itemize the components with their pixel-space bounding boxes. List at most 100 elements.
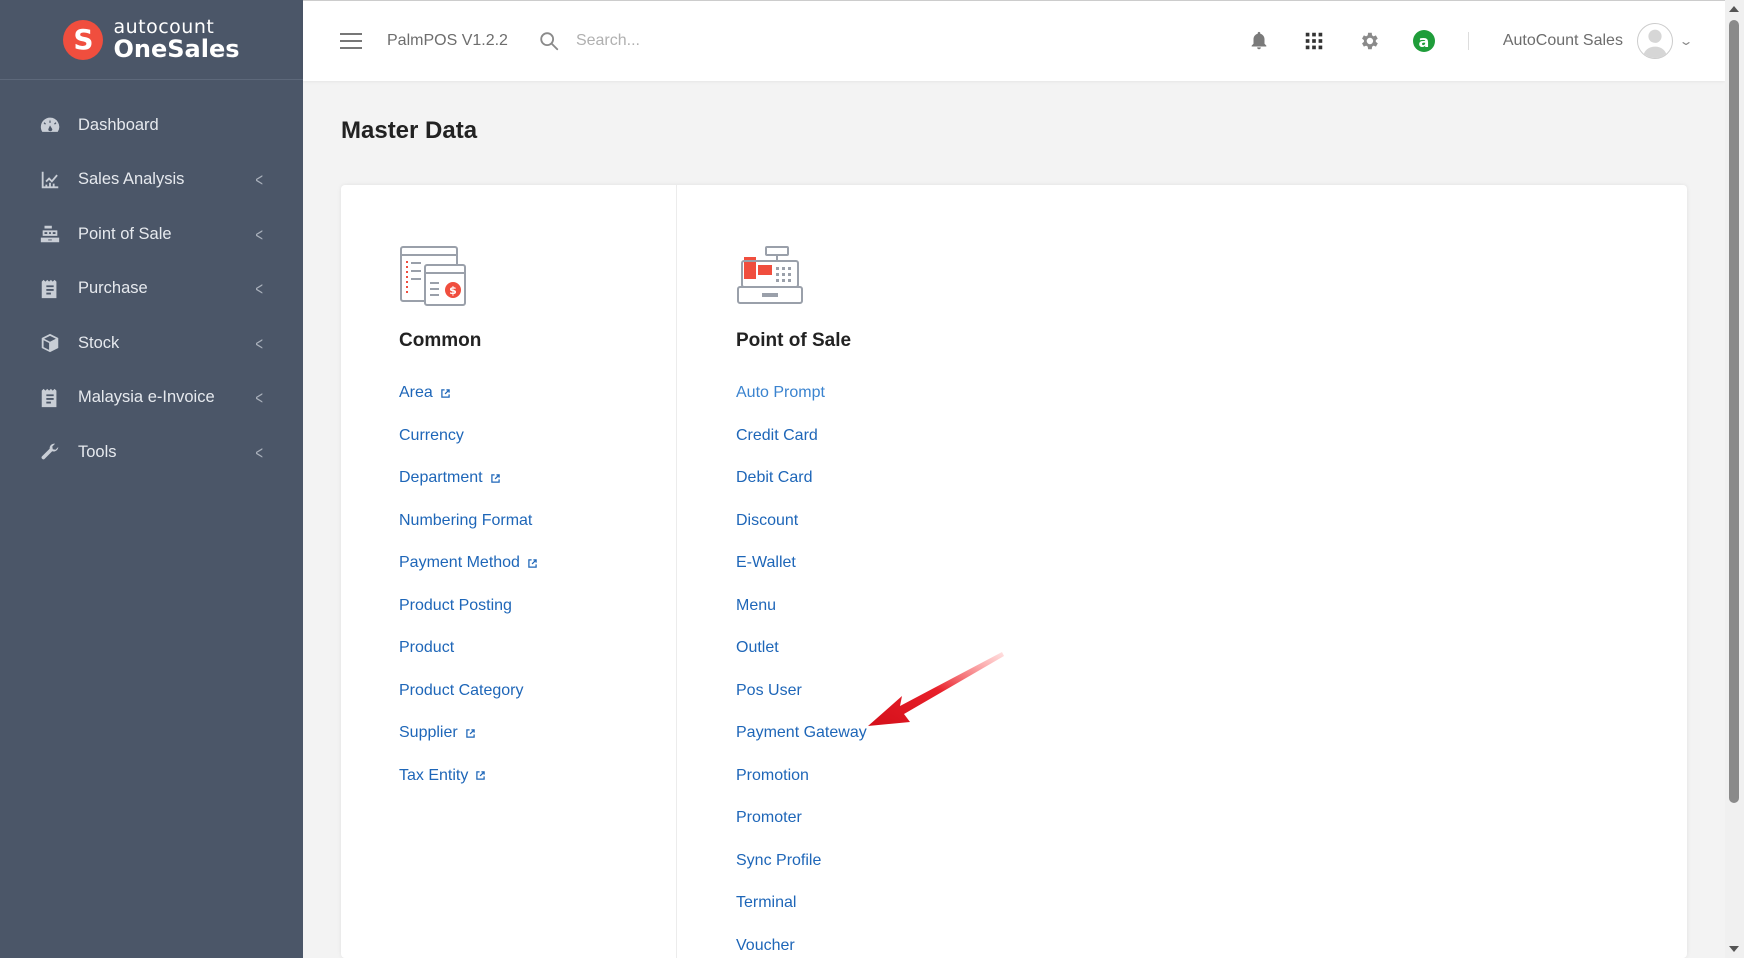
link-area[interactable]: Area <box>399 384 433 402</box>
wrench-icon <box>38 441 62 463</box>
list-item: Auto Prompt <box>736 372 867 415</box>
sidebar-item-sales-analysis[interactable]: Sales Analysis < <box>0 153 303 208</box>
link-pos-user[interactable]: Pos User <box>736 682 802 700</box>
chevron-down-icon[interactable]: ⌄ <box>1678 34 1693 48</box>
sidebar-item-label: Malaysia e-Invoice <box>78 388 215 407</box>
brand-logo[interactable]: S autocount OneSales <box>0 0 303 80</box>
scroll-thumb[interactable] <box>1729 20 1739 803</box>
link-sync-profile[interactable]: Sync Profile <box>736 852 821 870</box>
list-item: Debit Card <box>736 457 867 500</box>
bell-icon[interactable] <box>1248 30 1270 52</box>
list-item: Discount <box>736 500 867 543</box>
list-item: Sync Profile <box>736 840 867 883</box>
link-supplier[interactable]: Supplier <box>399 724 458 742</box>
common-title: Common <box>399 330 482 351</box>
chevron-left-icon: < <box>255 169 263 191</box>
sidebar-item-purchase[interactable]: Purchase < <box>0 262 303 317</box>
list-item: Currency <box>399 415 537 458</box>
search-input[interactable] <box>575 32 876 50</box>
link-product-posting[interactable]: Product Posting <box>399 597 512 615</box>
link-terminal[interactable]: Terminal <box>736 894 796 912</box>
list-item: Promoter <box>736 797 867 840</box>
sidebar-item-dashboard[interactable]: Dashboard <box>0 98 303 153</box>
sidebar-item-label: Purchase <box>78 279 148 298</box>
external-link-icon[interactable] <box>490 474 500 483</box>
chevron-left-icon: < <box>255 387 263 409</box>
user-name[interactable]: AutoCount Sales <box>1503 32 1623 50</box>
scroll-down-icon[interactable] <box>1729 946 1739 952</box>
list-item: E-Wallet <box>736 542 867 585</box>
column-divider <box>676 185 677 958</box>
menu-toggle-icon[interactable] <box>340 33 362 49</box>
pos-column: Point of Sale Auto Prompt Credit Card Debi… <box>736 185 867 958</box>
link-product[interactable]: Product <box>399 639 454 657</box>
link-debit-card[interactable]: Debit Card <box>736 469 812 487</box>
apps-grid-icon[interactable] <box>1303 30 1325 52</box>
list-item: Voucher <box>736 925 867 958</box>
external-link-icon[interactable] <box>528 559 537 568</box>
link-department[interactable]: Department <box>399 469 483 487</box>
sidebar-item-label: Tools <box>78 442 117 461</box>
link-discount[interactable]: Discount <box>736 512 798 530</box>
pos-title: Point of Sale <box>736 330 852 351</box>
link-numbering-format[interactable]: Numbering Format <box>399 512 532 530</box>
link-tax-entity[interactable]: Tax Entity <box>399 767 468 785</box>
cash-register-illustration-icon <box>737 246 803 304</box>
dashboard-icon <box>38 114 62 136</box>
link-promoter[interactable]: Promoter <box>736 809 802 827</box>
scroll-up-icon[interactable] <box>1729 6 1739 12</box>
sidebar-item-stock[interactable]: Stock < <box>0 316 303 371</box>
sidebar-item-label: Point of Sale <box>78 224 172 243</box>
link-auto-prompt[interactable]: Auto Prompt <box>736 384 825 402</box>
link-promotion[interactable]: Promotion <box>736 767 809 785</box>
invoice-icon <box>38 387 62 409</box>
link-product-category[interactable]: Product Category <box>399 682 524 700</box>
avatar[interactable] <box>1636 23 1673 59</box>
svg-text:$: $ <box>449 284 457 297</box>
link-payment-gateway[interactable]: Payment Gateway <box>736 724 867 742</box>
link-payment-method[interactable]: Payment Method <box>399 554 520 572</box>
autocount-app-icon[interactable]: a <box>1412 30 1435 52</box>
box-icon <box>38 332 62 354</box>
link-e-wallet[interactable]: E-Wallet <box>736 554 796 572</box>
master-data-card: $ Common Area Currency Department Numbering… <box>341 185 1687 958</box>
list-item: Product Posting <box>399 585 537 628</box>
list-item: Product <box>399 627 537 670</box>
external-link-icon[interactable] <box>465 729 475 738</box>
sidebar-item-point-of-sale[interactable]: Point of Sale < <box>0 207 303 262</box>
list-item: Outlet <box>736 627 867 670</box>
app-version: PalmPOS V1.2.2 <box>387 32 508 49</box>
logo-name-bottom: OneSales <box>113 35 240 63</box>
sidebar-item-label: Stock <box>78 333 120 352</box>
link-menu[interactable]: Menu <box>736 597 776 615</box>
common-link-list: Area Currency Department Numbering Format Pa… <box>399 372 537 797</box>
common-column: $ Common Area Currency Department Numbering… <box>399 185 537 797</box>
link-outlet[interactable]: Outlet <box>736 639 779 657</box>
sidebar-item-tools[interactable]: Tools < <box>0 425 303 480</box>
list-item: Supplier <box>399 712 537 755</box>
common-illustration-icon: $ <box>400 246 466 306</box>
app-badge: a <box>1412 30 1435 52</box>
list-item: Payment Method <box>399 542 537 585</box>
list-item: Tax Entity <box>399 755 537 798</box>
receipt-icon <box>38 278 62 300</box>
link-voucher[interactable]: Voucher <box>736 937 795 955</box>
list-item: Menu <box>736 585 867 628</box>
chevron-left-icon: < <box>255 332 263 354</box>
external-link-icon[interactable] <box>476 771 486 780</box>
link-credit-card[interactable]: Credit Card <box>736 427 818 445</box>
chevron-left-icon: < <box>255 223 263 245</box>
scrollbar[interactable] <box>1725 0 1744 958</box>
list-item: Area <box>399 372 537 415</box>
sidebar-item-malaysia-e-invoice[interactable]: Malaysia e-Invoice < <box>0 371 303 426</box>
list-item: Numbering Format <box>399 500 537 543</box>
pos-link-list: Auto Prompt Credit Card Debit Card Discount… <box>736 372 867 958</box>
search-icon[interactable] <box>538 30 560 52</box>
sidebar-nav: Dashboard Sales Analysis < Point of Sale < Pu… <box>0 80 303 480</box>
external-link-icon[interactable] <box>441 389 450 398</box>
link-currency[interactable]: Currency <box>399 427 464 445</box>
gear-icon[interactable] <box>1358 30 1380 52</box>
chevron-left-icon: < <box>255 441 263 463</box>
annotation-arrow-icon <box>868 652 1004 726</box>
list-item: Department <box>399 457 537 500</box>
